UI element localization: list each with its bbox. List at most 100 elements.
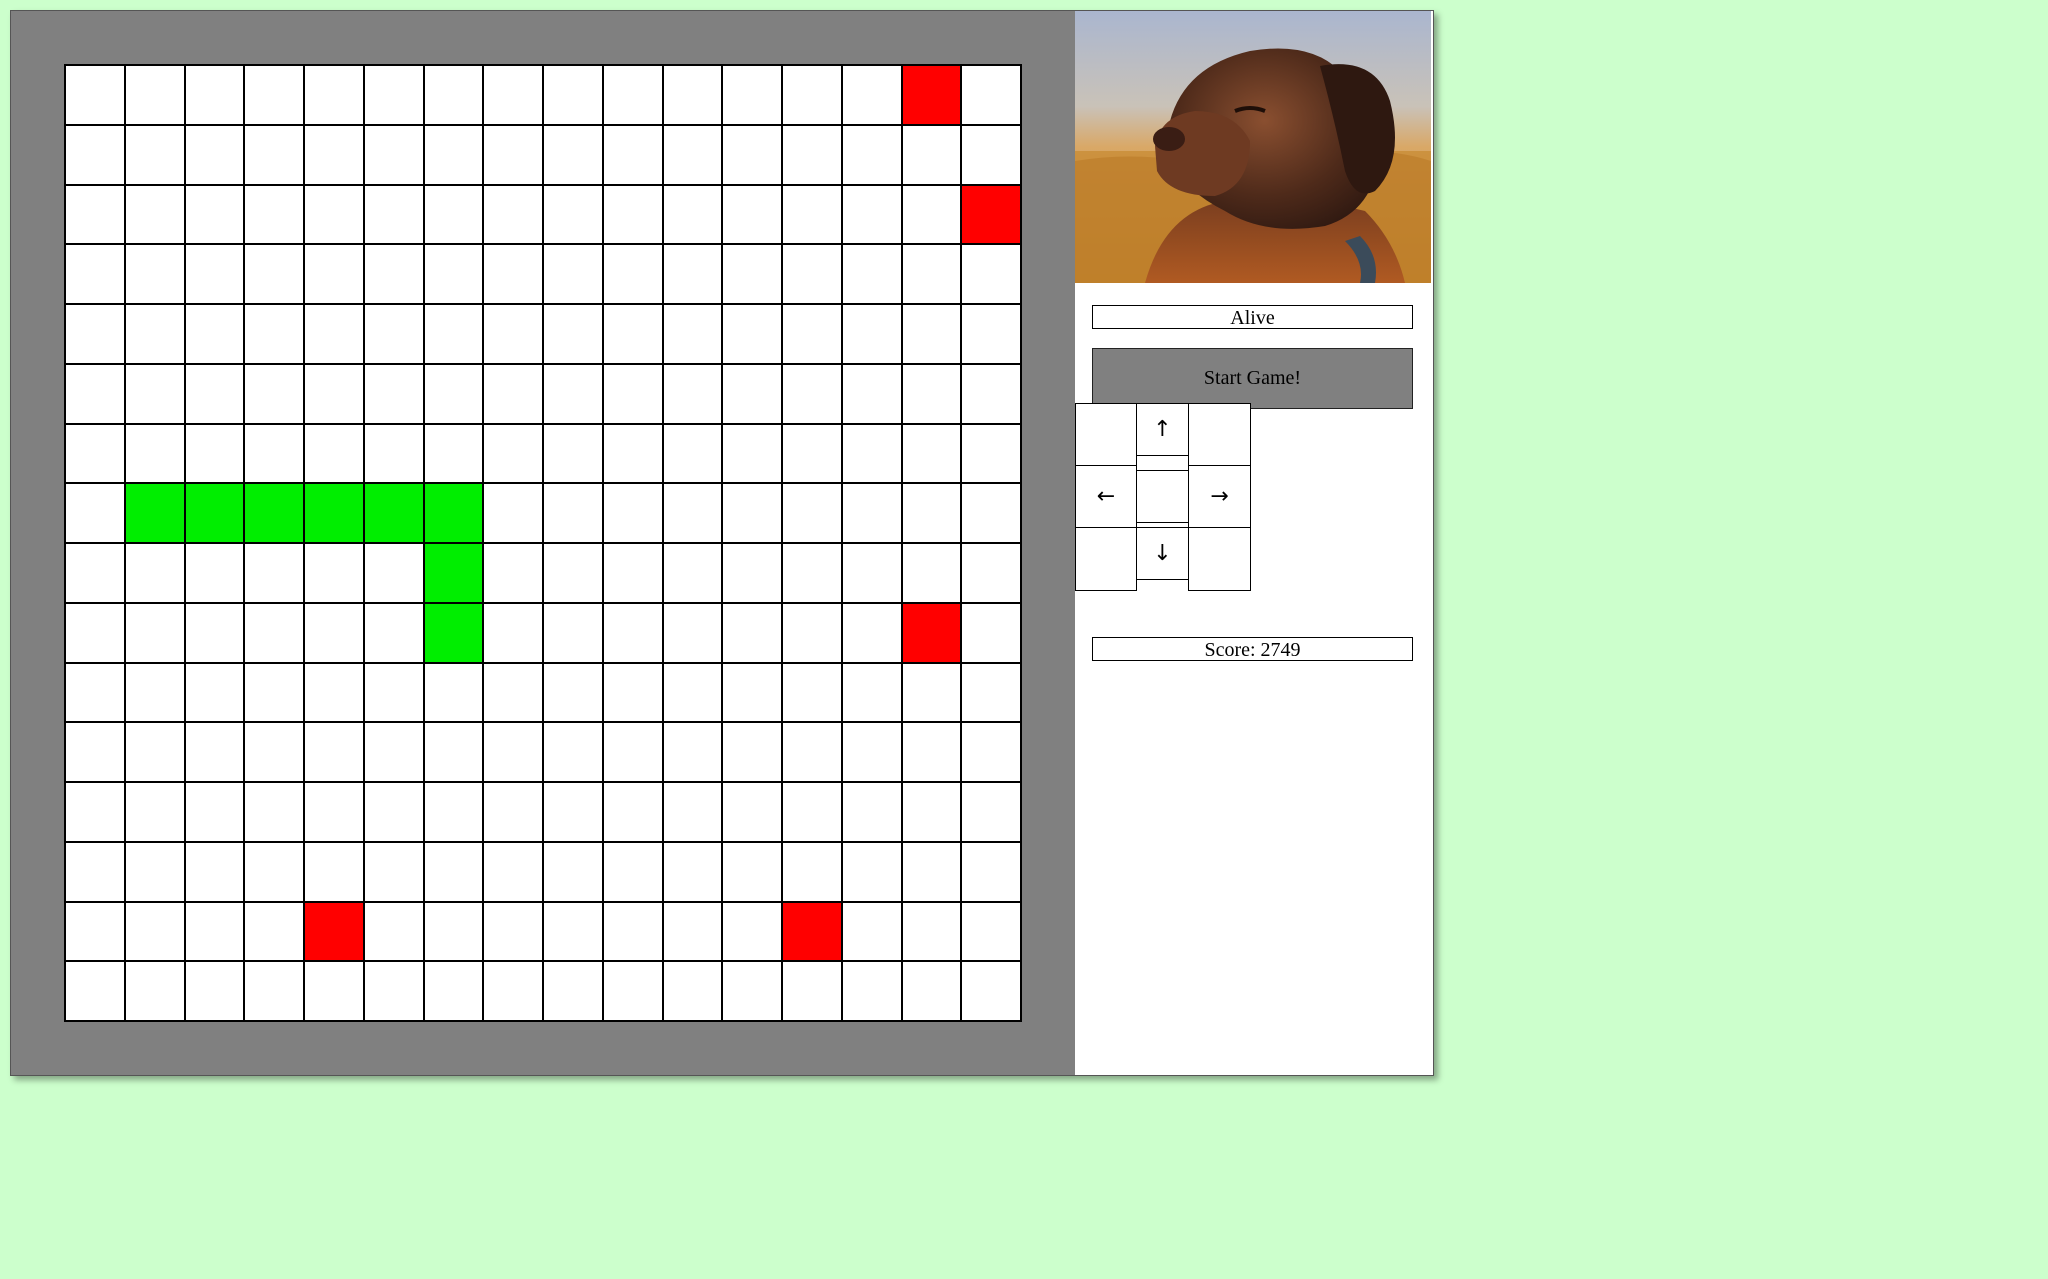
grid-cell — [125, 245, 186, 305]
grid-cell — [663, 66, 724, 126]
grid-cell — [484, 663, 544, 724]
grid-cell — [185, 603, 246, 664]
grid-cell — [185, 185, 246, 246]
grid-cell — [962, 902, 1022, 963]
score-display: Score: 2749 — [1092, 637, 1413, 661]
grid-cell — [842, 962, 903, 1022]
grid-cell — [484, 842, 544, 903]
dpad-right-button[interactable]: → — [1188, 465, 1251, 528]
grid-cell — [783, 305, 843, 365]
grid-cell — [66, 842, 126, 903]
grid-cell — [484, 305, 544, 365]
grid-cell — [424, 245, 485, 305]
grid-cell — [544, 305, 604, 365]
game-grid — [64, 64, 1022, 1022]
grid-cell — [842, 305, 903, 365]
grid-cell — [125, 962, 186, 1022]
grid-cell — [783, 544, 843, 604]
grid-cell — [125, 66, 186, 126]
grid-cell — [783, 185, 843, 246]
grid-cell — [364, 424, 425, 485]
grid-cell — [842, 185, 903, 246]
grid-cell — [125, 723, 186, 783]
grid-cell — [305, 424, 365, 485]
grid-cell — [783, 245, 843, 305]
grid-cell — [424, 364, 485, 425]
grid-cell — [185, 66, 246, 126]
grid-cell — [424, 663, 485, 724]
grid-cell — [66, 125, 126, 186]
grid-cell — [783, 484, 843, 544]
grid-cell — [902, 842, 963, 903]
grid-cell — [663, 783, 724, 843]
grid-cell — [962, 723, 1022, 783]
grid-cell — [125, 902, 186, 963]
grid-cell — [902, 424, 963, 485]
start-game-button[interactable]: Start Game! — [1092, 348, 1413, 409]
board-frame — [11, 11, 1075, 1075]
grid-cell — [484, 484, 544, 544]
grid-cell — [842, 484, 903, 544]
grid-cell — [305, 305, 365, 365]
dpad-down-button[interactable]: ↓ — [1136, 527, 1189, 580]
grid-cell — [484, 66, 544, 126]
grid-cell — [842, 245, 903, 305]
grid-cell — [902, 125, 963, 186]
dpad-up-button[interactable]: ↑ — [1136, 403, 1189, 456]
grid-cell — [603, 663, 664, 724]
snake-segment — [424, 544, 485, 604]
grid-cell — [245, 125, 305, 186]
grid-cell — [185, 544, 246, 604]
grid-cell — [424, 185, 485, 246]
grid-cell — [305, 663, 365, 724]
grid-cell — [962, 484, 1022, 544]
grid-cell — [603, 66, 664, 126]
dpad-left-button[interactable]: ← — [1075, 465, 1137, 528]
grid-cell — [603, 185, 664, 246]
grid-cell — [305, 364, 365, 425]
grid-cell — [305, 125, 365, 186]
grid-cell — [484, 902, 544, 963]
grid-cell — [305, 544, 365, 604]
grid-cell — [723, 66, 783, 126]
grid-cell — [842, 364, 903, 425]
grid-cell — [245, 364, 305, 425]
grid-cell — [125, 424, 186, 485]
grid-cell — [305, 842, 365, 903]
grid-cell — [245, 842, 305, 903]
grid-cell — [185, 842, 246, 903]
grid-cell — [783, 663, 843, 724]
grid-cell — [544, 962, 604, 1022]
grid-cell — [544, 364, 604, 425]
grid-cell — [305, 245, 365, 305]
grid-cell — [962, 544, 1022, 604]
snake-segment — [424, 603, 485, 664]
grid-cell — [603, 544, 664, 604]
grid-cell — [245, 245, 305, 305]
grid-cell — [842, 544, 903, 604]
snake-segment — [245, 484, 305, 544]
snake-segment — [185, 484, 246, 544]
grid-cell — [305, 783, 365, 843]
grid-cell — [364, 185, 425, 246]
grid-cell — [66, 962, 126, 1022]
grid-cell — [603, 125, 664, 186]
grid-cell — [663, 902, 724, 963]
grid-cell — [783, 66, 843, 126]
grid-cell — [902, 783, 963, 843]
grid-cell — [663, 125, 724, 186]
grid-cell — [66, 544, 126, 604]
grid-cell — [842, 902, 903, 963]
grid-cell — [364, 66, 425, 126]
grid-cell — [902, 305, 963, 365]
grid-cell — [663, 962, 724, 1022]
grid-cell — [424, 842, 485, 903]
grid-cell — [902, 364, 963, 425]
grid-cell — [305, 603, 365, 664]
grid-cell — [364, 962, 425, 1022]
grid-cell — [364, 603, 425, 664]
grid-cell — [544, 902, 604, 963]
grid-cell — [125, 544, 186, 604]
grid-cell — [364, 723, 425, 783]
grid-cell — [245, 603, 305, 664]
